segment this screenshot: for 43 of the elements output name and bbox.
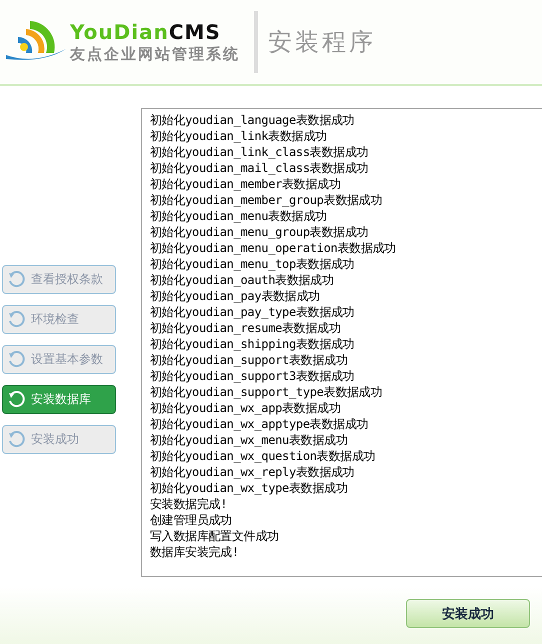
log-line: 初始化youdian_wx_app表数据成功	[150, 400, 341, 416]
log-line: 初始化youdian_wx_question表数据成功	[150, 448, 376, 464]
log-line: 初始化youdian_wx_menu表数据成功	[150, 432, 348, 448]
log-line: 初始化youdian_wx_reply表数据成功	[150, 464, 354, 480]
refresh-icon	[7, 270, 25, 288]
logo-wordmark: YouDian	[70, 21, 169, 43]
log-line: 初始化youdian_support_type表数据成功	[150, 384, 382, 400]
log-line: 初始化youdian_pay_type表数据成功	[150, 304, 354, 320]
log-line: 初始化youdian_resume表数据成功	[150, 320, 341, 336]
step-button[interactable]: 查看授权条款	[2, 265, 116, 294]
log-line: 初始化youdian_member_group表数据成功	[150, 192, 382, 208]
log-line: 安装数据完成!	[150, 496, 228, 512]
log-line: 创建管理员成功	[150, 512, 232, 528]
log-line: 写入数据库配置文件成功	[150, 528, 279, 544]
refresh-icon	[7, 310, 25, 328]
log-line: 初始化youdian_mail_class表数据成功	[150, 160, 368, 176]
refresh-icon	[7, 350, 25, 368]
page-title: 安装程序	[268, 27, 376, 58]
log-line: 初始化youdian_menu表数据成功	[150, 208, 327, 224]
log-line: 初始化youdian_pay表数据成功	[150, 288, 320, 304]
refresh-icon	[7, 430, 25, 448]
log-line: 数据库安装完成!	[150, 544, 239, 560]
log-line: 初始化youdian_menu_top表数据成功	[150, 256, 354, 272]
log-line: 初始化youdian_wx_apptype表数据成功	[150, 416, 368, 432]
log-line: 初始化youdian_language表数据成功	[150, 112, 354, 128]
log-line: 初始化youdian_wx_type表数据成功	[150, 480, 348, 496]
log-line: 初始化youdian_menu_group表数据成功	[150, 224, 368, 240]
step-button[interactable]: 环境检查	[2, 305, 116, 334]
logo-wordmark: CMS	[168, 21, 221, 43]
log-line: 初始化youdian_shipping表数据成功	[150, 336, 354, 352]
log-line: 初始化youdian_link表数据成功	[150, 128, 327, 144]
step-button[interactable]: 安装数据库	[2, 385, 116, 414]
log-line: 初始化youdian_support3表数据成功	[150, 368, 354, 384]
log-line: 初始化youdian_oauth表数据成功	[150, 272, 334, 288]
logo-subtitle: 友点企业网站管理系统	[70, 45, 240, 63]
next-button[interactable]: 安装成功	[406, 599, 530, 628]
refresh-icon	[7, 390, 25, 408]
step-button[interactable]: 设置基本参数	[2, 345, 116, 374]
log-line: 初始化youdian_support表数据成功	[150, 352, 348, 368]
log-line: 初始化youdian_member表数据成功	[150, 176, 341, 192]
step-button[interactable]: 安装成功	[2, 425, 116, 454]
log-line: 初始化youdian_menu_operation表数据成功	[150, 240, 396, 256]
log-line: 初始化youdian_link_class表数据成功	[150, 144, 368, 160]
